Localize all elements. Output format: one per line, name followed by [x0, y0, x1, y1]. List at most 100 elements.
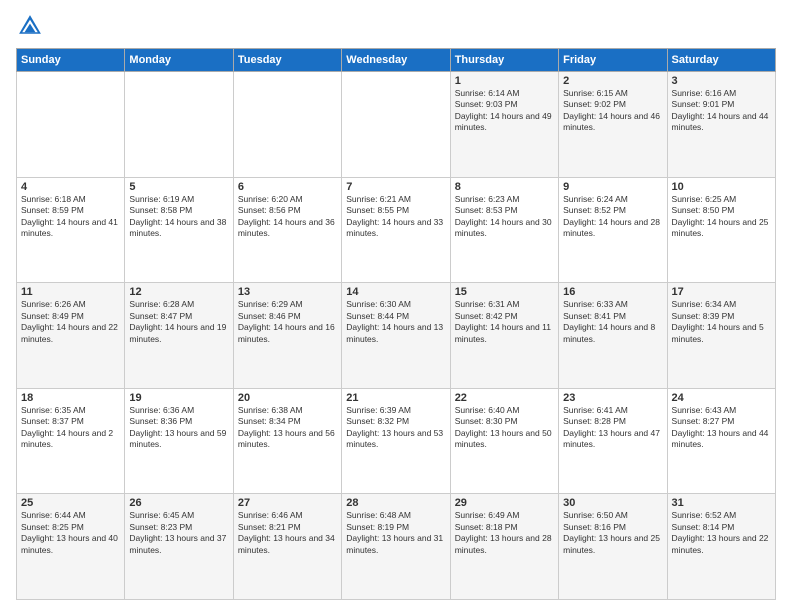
day-number: 29 — [455, 497, 554, 509]
calendar-cell: 29Sunrise: 6:49 AM Sunset: 8:18 PM Dayli… — [450, 494, 558, 600]
cell-content: 4Sunrise: 6:18 AM Sunset: 8:59 PM Daylig… — [21, 181, 120, 240]
cell-info: Sunrise: 6:50 AM Sunset: 8:16 PM Dayligh… — [563, 510, 662, 556]
calendar-cell: 24Sunrise: 6:43 AM Sunset: 8:27 PM Dayli… — [667, 388, 775, 494]
day-number: 3 — [672, 75, 771, 87]
calendar-cell — [342, 72, 450, 178]
calendar-cell: 7Sunrise: 6:21 AM Sunset: 8:55 PM Daylig… — [342, 177, 450, 283]
cell-content: 31Sunrise: 6:52 AM Sunset: 8:14 PM Dayli… — [672, 497, 771, 556]
day-header-tuesday: Tuesday — [233, 49, 341, 72]
calendar-cell: 12Sunrise: 6:28 AM Sunset: 8:47 PM Dayli… — [125, 283, 233, 389]
cell-info: Sunrise: 6:25 AM Sunset: 8:50 PM Dayligh… — [672, 194, 771, 240]
day-number: 22 — [455, 392, 554, 404]
cell-info: Sunrise: 6:40 AM Sunset: 8:30 PM Dayligh… — [455, 405, 554, 451]
day-header-saturday: Saturday — [667, 49, 775, 72]
header — [16, 12, 776, 40]
day-number: 6 — [238, 181, 337, 193]
logo-icon — [16, 12, 44, 40]
calendar-cell — [17, 72, 125, 178]
cell-content: 17Sunrise: 6:34 AM Sunset: 8:39 PM Dayli… — [672, 286, 771, 345]
calendar-cell: 26Sunrise: 6:45 AM Sunset: 8:23 PM Dayli… — [125, 494, 233, 600]
calendar-cell: 13Sunrise: 6:29 AM Sunset: 8:46 PM Dayli… — [233, 283, 341, 389]
day-number: 9 — [563, 181, 662, 193]
cell-content: 10Sunrise: 6:25 AM Sunset: 8:50 PM Dayli… — [672, 181, 771, 240]
cell-content: 8Sunrise: 6:23 AM Sunset: 8:53 PM Daylig… — [455, 181, 554, 240]
cell-content: 28Sunrise: 6:48 AM Sunset: 8:19 PM Dayli… — [346, 497, 445, 556]
cell-info: Sunrise: 6:48 AM Sunset: 8:19 PM Dayligh… — [346, 510, 445, 556]
cell-content: 18Sunrise: 6:35 AM Sunset: 8:37 PM Dayli… — [21, 392, 120, 451]
cell-info: Sunrise: 6:39 AM Sunset: 8:32 PM Dayligh… — [346, 405, 445, 451]
day-number: 5 — [129, 181, 228, 193]
calendar-cell: 14Sunrise: 6:30 AM Sunset: 8:44 PM Dayli… — [342, 283, 450, 389]
cell-content: 2Sunrise: 6:15 AM Sunset: 9:02 PM Daylig… — [563, 75, 662, 134]
day-number: 13 — [238, 286, 337, 298]
day-number: 20 — [238, 392, 337, 404]
week-row-5: 25Sunrise: 6:44 AM Sunset: 8:25 PM Dayli… — [17, 494, 776, 600]
day-header-monday: Monday — [125, 49, 233, 72]
cell-content: 20Sunrise: 6:38 AM Sunset: 8:34 PM Dayli… — [238, 392, 337, 451]
calendar-cell: 19Sunrise: 6:36 AM Sunset: 8:36 PM Dayli… — [125, 388, 233, 494]
cell-content: 26Sunrise: 6:45 AM Sunset: 8:23 PM Dayli… — [129, 497, 228, 556]
cell-info: Sunrise: 6:33 AM Sunset: 8:41 PM Dayligh… — [563, 299, 662, 345]
day-number: 31 — [672, 497, 771, 509]
cell-content: 27Sunrise: 6:46 AM Sunset: 8:21 PM Dayli… — [238, 497, 337, 556]
calendar-cell: 10Sunrise: 6:25 AM Sunset: 8:50 PM Dayli… — [667, 177, 775, 283]
cell-info: Sunrise: 6:20 AM Sunset: 8:56 PM Dayligh… — [238, 194, 337, 240]
cell-content: 15Sunrise: 6:31 AM Sunset: 8:42 PM Dayli… — [455, 286, 554, 345]
cell-info: Sunrise: 6:45 AM Sunset: 8:23 PM Dayligh… — [129, 510, 228, 556]
calendar-cell: 2Sunrise: 6:15 AM Sunset: 9:02 PM Daylig… — [559, 72, 667, 178]
day-number: 25 — [21, 497, 120, 509]
calendar-cell: 11Sunrise: 6:26 AM Sunset: 8:49 PM Dayli… — [17, 283, 125, 389]
day-number: 14 — [346, 286, 445, 298]
cell-content: 13Sunrise: 6:29 AM Sunset: 8:46 PM Dayli… — [238, 286, 337, 345]
calendar-cell: 25Sunrise: 6:44 AM Sunset: 8:25 PM Dayli… — [17, 494, 125, 600]
day-number: 10 — [672, 181, 771, 193]
calendar-cell: 6Sunrise: 6:20 AM Sunset: 8:56 PM Daylig… — [233, 177, 341, 283]
cell-info: Sunrise: 6:19 AM Sunset: 8:58 PM Dayligh… — [129, 194, 228, 240]
cell-content: 5Sunrise: 6:19 AM Sunset: 8:58 PM Daylig… — [129, 181, 228, 240]
day-number: 1 — [455, 75, 554, 87]
calendar-cell — [125, 72, 233, 178]
day-number: 21 — [346, 392, 445, 404]
calendar-cell: 4Sunrise: 6:18 AM Sunset: 8:59 PM Daylig… — [17, 177, 125, 283]
cell-content: 21Sunrise: 6:39 AM Sunset: 8:32 PM Dayli… — [346, 392, 445, 451]
calendar-cell — [233, 72, 341, 178]
day-number: 23 — [563, 392, 662, 404]
day-number: 30 — [563, 497, 662, 509]
cell-info: Sunrise: 6:35 AM Sunset: 8:37 PM Dayligh… — [21, 405, 120, 451]
day-number: 8 — [455, 181, 554, 193]
calendar-table: SundayMondayTuesdayWednesdayThursdayFrid… — [16, 48, 776, 600]
cell-info: Sunrise: 6:29 AM Sunset: 8:46 PM Dayligh… — [238, 299, 337, 345]
calendar-body: 1Sunrise: 6:14 AM Sunset: 9:03 PM Daylig… — [17, 72, 776, 600]
cell-info: Sunrise: 6:24 AM Sunset: 8:52 PM Dayligh… — [563, 194, 662, 240]
calendar-cell: 30Sunrise: 6:50 AM Sunset: 8:16 PM Dayli… — [559, 494, 667, 600]
cell-info: Sunrise: 6:21 AM Sunset: 8:55 PM Dayligh… — [346, 194, 445, 240]
cell-info: Sunrise: 6:46 AM Sunset: 8:21 PM Dayligh… — [238, 510, 337, 556]
calendar-page: SundayMondayTuesdayWednesdayThursdayFrid… — [0, 0, 792, 612]
logo-area — [16, 12, 48, 40]
cell-info: Sunrise: 6:26 AM Sunset: 8:49 PM Dayligh… — [21, 299, 120, 345]
calendar-cell: 17Sunrise: 6:34 AM Sunset: 8:39 PM Dayli… — [667, 283, 775, 389]
cell-info: Sunrise: 6:14 AM Sunset: 9:03 PM Dayligh… — [455, 88, 554, 134]
cell-info: Sunrise: 6:38 AM Sunset: 8:34 PM Dayligh… — [238, 405, 337, 451]
cell-info: Sunrise: 6:52 AM Sunset: 8:14 PM Dayligh… — [672, 510, 771, 556]
calendar-cell: 5Sunrise: 6:19 AM Sunset: 8:58 PM Daylig… — [125, 177, 233, 283]
cell-info: Sunrise: 6:30 AM Sunset: 8:44 PM Dayligh… — [346, 299, 445, 345]
cell-info: Sunrise: 6:36 AM Sunset: 8:36 PM Dayligh… — [129, 405, 228, 451]
week-row-3: 11Sunrise: 6:26 AM Sunset: 8:49 PM Dayli… — [17, 283, 776, 389]
calendar-cell: 20Sunrise: 6:38 AM Sunset: 8:34 PM Dayli… — [233, 388, 341, 494]
cell-content: 19Sunrise: 6:36 AM Sunset: 8:36 PM Dayli… — [129, 392, 228, 451]
day-header-wednesday: Wednesday — [342, 49, 450, 72]
cell-content: 6Sunrise: 6:20 AM Sunset: 8:56 PM Daylig… — [238, 181, 337, 240]
day-number: 18 — [21, 392, 120, 404]
cell-info: Sunrise: 6:49 AM Sunset: 8:18 PM Dayligh… — [455, 510, 554, 556]
calendar-cell: 31Sunrise: 6:52 AM Sunset: 8:14 PM Dayli… — [667, 494, 775, 600]
cell-content: 30Sunrise: 6:50 AM Sunset: 8:16 PM Dayli… — [563, 497, 662, 556]
cell-content: 9Sunrise: 6:24 AM Sunset: 8:52 PM Daylig… — [563, 181, 662, 240]
calendar-cell: 15Sunrise: 6:31 AM Sunset: 8:42 PM Dayli… — [450, 283, 558, 389]
cell-info: Sunrise: 6:15 AM Sunset: 9:02 PM Dayligh… — [563, 88, 662, 134]
day-number: 28 — [346, 497, 445, 509]
calendar-cell: 21Sunrise: 6:39 AM Sunset: 8:32 PM Dayli… — [342, 388, 450, 494]
cell-info: Sunrise: 6:34 AM Sunset: 8:39 PM Dayligh… — [672, 299, 771, 345]
calendar-cell: 18Sunrise: 6:35 AM Sunset: 8:37 PM Dayli… — [17, 388, 125, 494]
week-row-1: 1Sunrise: 6:14 AM Sunset: 9:03 PM Daylig… — [17, 72, 776, 178]
